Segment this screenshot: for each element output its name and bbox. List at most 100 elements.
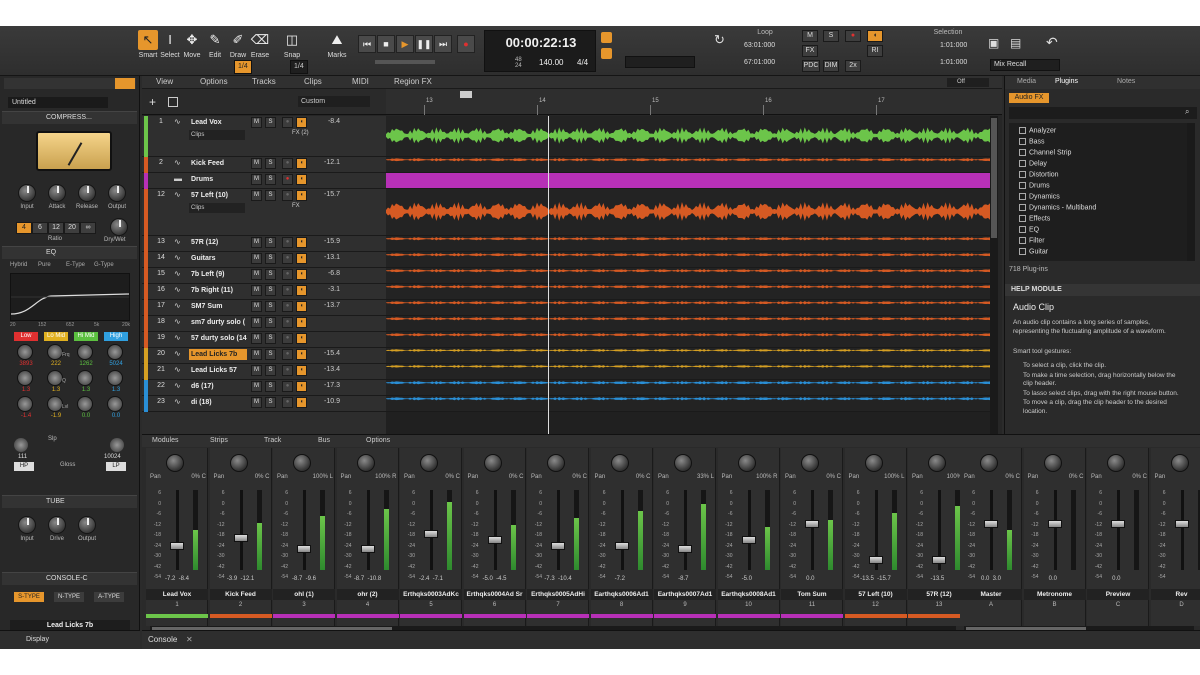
eq-q-knob[interactable] xyxy=(47,370,63,386)
plugin-folder[interactable]: Filter xyxy=(1019,237,1045,244)
eq-header[interactable]: EQ xyxy=(2,246,137,259)
tube-output-knob[interactable] xyxy=(78,516,96,534)
eq-q-knob[interactable] xyxy=(107,370,123,386)
ratio-button[interactable]: ∞ xyxy=(80,222,96,234)
solo-button[interactable]: S xyxy=(265,117,276,128)
volume-fader-cap[interactable] xyxy=(360,545,375,553)
track-name[interactable]: 57R (12) xyxy=(189,237,247,248)
plugin-search[interactable]: ⌕ xyxy=(1009,107,1197,119)
track-name[interactable]: SM7 Sum xyxy=(189,301,247,312)
eq-band-2-button[interactable]: Lo Mid xyxy=(44,332,68,341)
track-row[interactable]: 15 ∿ 7b Left (9) M S ● ◖ -6.8 xyxy=(142,268,386,284)
mute-button[interactable]: M xyxy=(251,285,262,296)
loop-start[interactable]: 63:01:000 xyxy=(744,42,775,49)
volume-fader-cap[interactable] xyxy=(984,520,998,528)
plugin-folder[interactable]: Bass xyxy=(1019,138,1045,145)
play-icon[interactable]: ▶ xyxy=(396,35,414,53)
pan-knob[interactable] xyxy=(229,454,248,472)
input-echo-icon[interactable]: ◖ xyxy=(296,365,307,376)
clip-lane[interactable] xyxy=(386,348,990,364)
channel-strip[interactable]: Pan 6 0 -6 -12 -18 -24 -30 -42 -54 Rev D xyxy=(1150,448,1200,626)
strip-name[interactable]: ohr (2) xyxy=(336,589,399,600)
console-menu-modules[interactable]: Modules xyxy=(152,437,178,444)
compressor-output-knob[interactable] xyxy=(108,184,126,202)
pan-value[interactable]: Pan 33% L xyxy=(658,474,714,480)
volume-value[interactable]: -8.7 xyxy=(292,576,302,582)
hp-button[interactable]: HP xyxy=(14,462,34,471)
eq-lvl-knob[interactable] xyxy=(77,396,93,412)
menu-options[interactable]: Options xyxy=(200,77,228,86)
eq-lvl-value[interactable]: 0.0 xyxy=(104,413,128,419)
pan-knob[interactable] xyxy=(737,454,756,472)
pan-value[interactable]: Pan 0% C xyxy=(531,474,587,480)
track-name[interactable]: di (18) xyxy=(189,397,247,408)
eq-freq-knob[interactable] xyxy=(77,344,93,360)
strip-name[interactable]: Rev xyxy=(1150,589,1200,600)
fx-button[interactable]: FX xyxy=(802,45,818,57)
console-menu-strips[interactable]: Strips xyxy=(210,437,228,444)
plugin-folder[interactable]: Dynamics - Multiband xyxy=(1019,204,1096,211)
pan-knob[interactable] xyxy=(674,454,692,472)
eq-lvl-value[interactable]: 0.0 xyxy=(74,413,98,419)
eq-freq-value[interactable]: 222 xyxy=(44,361,68,367)
hp-knob[interactable] xyxy=(14,438,28,452)
mute-all-button[interactable]: M xyxy=(802,30,818,42)
menu-view[interactable]: View xyxy=(156,77,173,86)
pan-value[interactable]: Pan 0% C xyxy=(785,474,841,480)
volume-value[interactable]: -8.7 xyxy=(354,576,364,582)
pan-knob[interactable] xyxy=(1170,454,1189,472)
track-volume[interactable]: -17.3 xyxy=(318,382,340,389)
track-name[interactable]: sm7 durty solo ( xyxy=(189,317,247,328)
solo-button[interactable]: S xyxy=(265,285,276,296)
solo-button[interactable]: S xyxy=(265,365,276,376)
plugin-folder[interactable]: EQ xyxy=(1019,226,1039,233)
display-label[interactable]: Display xyxy=(26,636,49,643)
eq-lvl-knob[interactable] xyxy=(47,396,63,412)
strip-name[interactable]: Lead Vox xyxy=(146,589,208,600)
volume-fader-track[interactable] xyxy=(684,490,687,570)
track-name[interactable]: 57 durty solo (14 xyxy=(189,333,247,344)
strip-name[interactable]: Tom Sum xyxy=(781,589,843,600)
compressor-input-knob[interactable] xyxy=(18,184,36,202)
track-volume[interactable]: -13.7 xyxy=(318,302,340,309)
tube-drive-knob[interactable] xyxy=(48,516,66,534)
pan-value[interactable]: Pan 100% L xyxy=(277,474,333,480)
pan-value[interactable]: Pan 0% C xyxy=(150,474,206,480)
channel-strip[interactable]: Pan 0% C 6 0 -6 -12 -18 -24 -30 -42 -54 -3.9 -12.1… xyxy=(209,448,272,626)
track-row[interactable]: 17 ∿ SM7 Sum M S ● ◖ -13.7 xyxy=(142,300,386,316)
scrub-slider[interactable] xyxy=(375,60,435,64)
clip-lane[interactable] xyxy=(386,300,990,316)
track-name[interactable]: 7b Left (9) xyxy=(189,269,247,280)
track-name[interactable]: 7b Right (11) xyxy=(189,285,247,296)
clip-lane[interactable] xyxy=(386,236,990,252)
input-echo-icon[interactable]: ◖ xyxy=(296,174,307,185)
volume-value[interactable]: 0.0 xyxy=(1049,576,1057,582)
stop-icon[interactable]: ■ xyxy=(377,35,395,53)
clip-lane[interactable] xyxy=(386,173,990,189)
strip-name[interactable]: Erthqks0004Ad Sr xyxy=(463,589,526,600)
volume-fader-cap[interactable] xyxy=(424,530,438,538)
undo-icon[interactable]: ↶ xyxy=(1046,34,1058,51)
track-volume[interactable]: -15.7 xyxy=(318,191,340,198)
track-name[interactable]: Lead Vox xyxy=(189,117,247,128)
pan-value[interactable]: Pan 0% C xyxy=(214,474,270,480)
track-name[interactable]: Lead Licks 57 xyxy=(189,365,247,376)
compressor-header[interactable]: COMPRESS... xyxy=(2,111,137,124)
track-row[interactable]: 14 ∿ Guitars M S ● ◖ -13.1 xyxy=(142,252,386,268)
plugin-folder[interactable]: Guitar xyxy=(1019,248,1048,255)
eq-mode-option[interactable]: E-Type xyxy=(66,262,85,268)
volume-fader-track[interactable] xyxy=(176,490,179,570)
track-row[interactable]: ▬ Drums M S ● ◖ xyxy=(142,173,386,189)
input-echo-icon[interactable]: ◖ xyxy=(296,333,307,344)
tool-marks[interactable]: ⛰ Marks xyxy=(326,30,348,72)
input-echo-icon[interactable]: ◖ xyxy=(296,269,307,280)
browser-tab-media[interactable]: Media xyxy=(1017,78,1036,85)
console-menu-bus[interactable]: Bus xyxy=(318,437,330,444)
eq-q-knob[interactable] xyxy=(17,370,33,386)
loop-end[interactable]: 67:01:000 xyxy=(744,59,775,66)
eq-freq-value[interactable]: 5024 xyxy=(104,361,128,367)
plugin-folder[interactable]: Analyzer xyxy=(1019,127,1056,134)
tool-smart[interactable]: ↖ Smart xyxy=(137,30,159,72)
mute-button[interactable]: M xyxy=(251,365,262,376)
ri-button[interactable]: RI xyxy=(867,45,883,57)
